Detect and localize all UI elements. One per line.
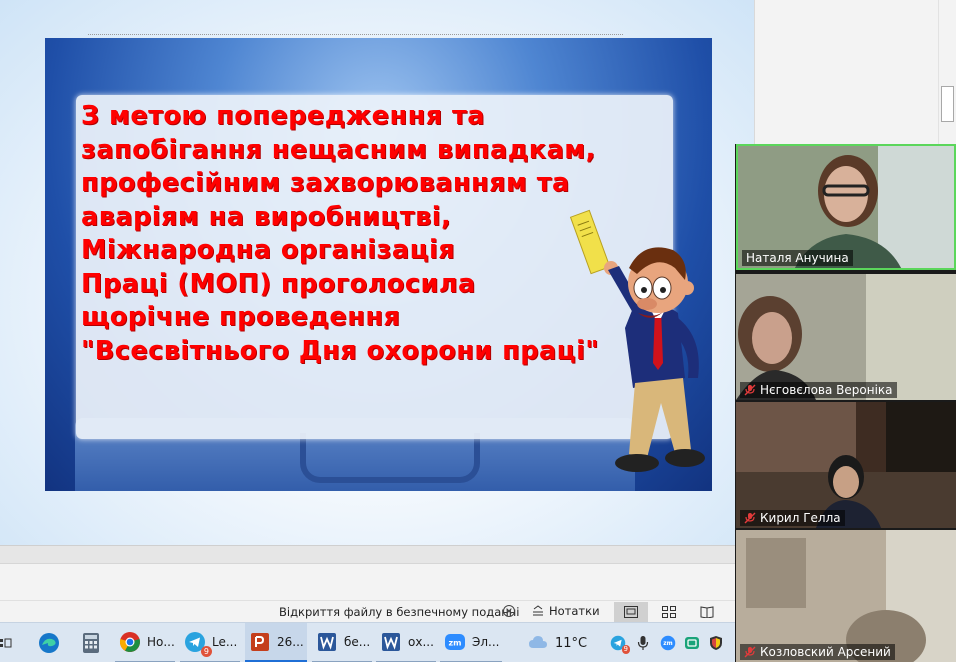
word-icon — [318, 633, 336, 651]
tray-app[interactable] — [684, 623, 700, 662]
weather-temperature: 11°C — [555, 635, 588, 651]
tray-telegram[interactable]: 9 — [610, 623, 630, 662]
mic-muted-icon — [744, 646, 756, 658]
tray-telegram-wrap: 9 — [610, 635, 630, 654]
tray-app-icon — [685, 637, 699, 649]
taskbar-app-label: Но... — [147, 635, 175, 649]
taskbar-app-word-2[interactable]: ох... — [376, 623, 436, 662]
cloud-icon — [529, 636, 547, 648]
taskbar-app-edge[interactable] — [38, 623, 60, 662]
slide-sorter-button[interactable] — [652, 602, 686, 622]
slide-text-line: запобігання нещасним випадкам, — [81, 134, 596, 165]
participant-video — [736, 530, 956, 662]
horizontal-scroll-area[interactable] — [0, 545, 735, 563]
participant-name-label: Наталя Анучина — [742, 250, 853, 266]
microphone-icon — [637, 636, 649, 650]
normal-view-button[interactable] — [614, 602, 648, 622]
calculator-icon — [83, 633, 99, 653]
scrollbar-thumb[interactable] — [941, 86, 954, 122]
slide[interactable]: З метою попередження та запобігання неща… — [45, 38, 712, 491]
vertical-scrollbar[interactable] — [938, 0, 956, 145]
participant-tile[interactable]: Козловский Арсений — [736, 530, 956, 662]
notes-button[interactable]: Нотатки — [532, 604, 600, 618]
slide-background-handle — [300, 433, 480, 483]
close-circle-icon[interactable] — [502, 604, 516, 618]
taskbar-app-zoom[interactable]: zm Эл... — [440, 623, 502, 662]
participants-panel: Наталя Анучина Нєговєлова Вероніка Кирил… — [735, 144, 956, 662]
protected-view-message: Відкриття файлу в безпечному поданні — [279, 605, 520, 619]
notes-pane[interactable] — [0, 563, 735, 600]
normal-view-icon — [624, 606, 638, 618]
participant-name: Кирил Гелла — [760, 511, 841, 525]
tray-microphone[interactable] — [637, 623, 649, 662]
reading-view-icon — [700, 606, 714, 618]
participant-tile[interactable]: Нєговєлова Вероніка — [736, 274, 956, 400]
taskbar-app-label: ох... — [408, 635, 434, 649]
slide-sorter-icon — [662, 606, 676, 618]
edge-icon — [39, 633, 59, 653]
notification-badge: 9 — [200, 646, 212, 657]
tray-notification-badge: 9 — [621, 645, 630, 654]
slide-text-line: З метою попередження та — [81, 101, 485, 131]
taskbar-app-powerpoint[interactable]: 26... — [245, 623, 307, 662]
taskbar-app-telegram[interactable]: 9 Le... — [180, 623, 240, 662]
slide-editor-canvas[interactable]: З метою попередження та запобігання неща… — [0, 0, 754, 545]
participant-tile[interactable]: Наталя Анучина — [736, 144, 956, 270]
placeholder-guide — [88, 34, 623, 35]
taskbar-app-label: Le... — [212, 635, 238, 649]
svg-text:zm: zm — [663, 641, 672, 647]
participant-name-label: Козловский Арсений — [740, 644, 895, 660]
taskbar-app-label: Эл... — [472, 635, 500, 649]
participant-tile[interactable]: Кирил Гелла — [736, 402, 956, 528]
participant-name: Наталя Анучина — [746, 251, 849, 265]
participant-name: Козловский Арсений — [760, 645, 891, 659]
mic-muted-icon — [744, 384, 756, 396]
svg-text:zm: zm — [449, 639, 462, 648]
participant-name: Нєговєлова Вероніка — [760, 383, 893, 397]
participant-name-label: Нєговєлова Вероніка — [740, 382, 897, 398]
telegram-icon-wrap: 9 — [184, 631, 212, 657]
word-icon — [382, 633, 400, 651]
shield-icon — [710, 636, 722, 650]
taskbar-app-word-1[interactable]: бе... — [312, 623, 372, 662]
notes-icon — [533, 605, 543, 616]
task-view-button[interactable] — [0, 623, 18, 662]
cartoon-character-image — [569, 209, 705, 472]
powerpoint-icon — [251, 632, 269, 651]
taskbar-app-chrome[interactable]: Но... — [115, 623, 175, 662]
reading-view-button[interactable] — [690, 602, 724, 622]
participant-name-label: Кирил Гелла — [740, 510, 845, 526]
taskbar-app-label: 26... — [277, 634, 304, 649]
weather-widget[interactable]: 11°C — [527, 623, 587, 662]
side-panel — [754, 0, 956, 145]
tray-security[interactable] — [708, 623, 724, 662]
tray-zoom[interactable]: zm — [660, 623, 676, 662]
status-bar: Відкриття файлу в безпечному поданні Нот… — [0, 600, 735, 622]
taskbar-app-label: бе... — [344, 635, 371, 649]
chrome-icon — [119, 632, 140, 652]
taskbar: Но... 9 Le... 26... бе... ох... zm Эл...… — [0, 622, 735, 662]
taskbar-app-calculator[interactable] — [80, 623, 102, 662]
task-view-icon — [0, 638, 12, 648]
zoom-tray-icon: zm — [660, 635, 676, 651]
mic-muted-icon — [744, 512, 756, 524]
zoom-icon: zm — [445, 634, 465, 650]
notes-label: Нотатки — [549, 604, 600, 618]
